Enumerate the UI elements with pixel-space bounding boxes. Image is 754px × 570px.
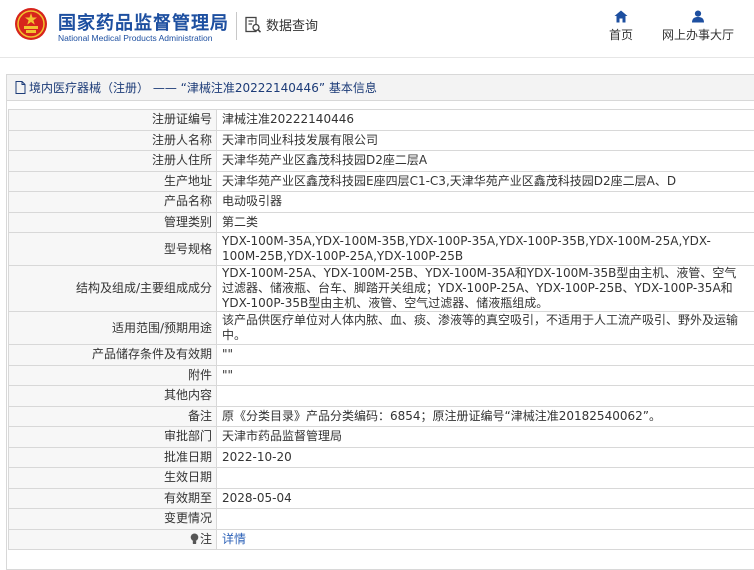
note-label-cell: 注 (8, 528, 217, 550)
details-link[interactable]: 详情 (222, 532, 246, 546)
row-label: 批准日期 (8, 446, 217, 468)
search-document-icon (245, 16, 262, 33)
panel-title: 境内医疗器械（注册） —— “津械注准20222140446” 基本信息 (29, 81, 377, 95)
site-subtitle: National Medical Products Administration (58, 33, 213, 43)
document-icon (15, 81, 26, 94)
row-value: 天津华苑产业区鑫茂科技园E座四层C1-C3,天津华苑产业区鑫茂科技园D2座二层A… (216, 170, 754, 192)
row-label: 型号规格 (8, 232, 217, 266)
row-label: 备注 (8, 405, 217, 427)
table-row: 注册人名称 天津市同业科技发展有限公司 (8, 129, 754, 151)
table-row: 管理类别 第二类 (8, 211, 754, 233)
row-label: 适用范围/预期用途 (8, 311, 217, 345)
data-query-label: 数据查询 (266, 19, 319, 34)
row-value: 津械注准20222140446 (216, 109, 754, 131)
nav-online-office-label: 网上办事大厅 (661, 28, 734, 42)
row-value: YDX-100M-35A,YDX-100M-35B,YDX-100P-35A,Y… (216, 232, 754, 266)
detail-panel: 境内医疗器械（注册） —— “津械注准20222140446” 基本信息 注册证… (6, 74, 754, 570)
table-row: 其他内容 (8, 385, 754, 407)
bulb-icon (190, 533, 199, 544)
row-label: 注册人名称 (8, 129, 217, 151)
national-emblem-icon (15, 8, 47, 40)
panel-header: 境内医疗器械（注册） —— “津械注准20222140446” 基本信息 (7, 75, 754, 101)
row-label: 有效期至 (8, 487, 217, 509)
row-value (216, 385, 754, 407)
row-value: 天津市药品监督管理局 (216, 426, 754, 448)
row-label: 注册证编号 (8, 109, 217, 131)
row-value: 电动吸引器 (216, 191, 754, 213)
row-label: 附件 (8, 364, 217, 386)
header-divider (236, 12, 237, 40)
row-value: 2022-10-20 (216, 446, 754, 468)
row-value: 第二类 (216, 211, 754, 233)
row-label: 其他内容 (8, 385, 217, 407)
row-value: "" (216, 364, 754, 386)
row-label: 结构及组成/主要组成成分 (8, 265, 217, 312)
row-label: 管理类别 (8, 211, 217, 233)
data-query-link[interactable]: 数据查询 (244, 15, 318, 34)
table-row: 注册人住所 天津华苑产业区鑫茂科技园D2座二层A (8, 150, 754, 172)
table-row: 备注 原《分类目录》产品分类编码：6854；原注册证编号“津械注准2018254… (8, 405, 754, 427)
table-row: 适用范围/预期用途 该产品供医疗单位对人体内脓、血、痰、渗液等的真空吸引，不适用… (8, 311, 754, 345)
table-row: 生产地址 天津华苑产业区鑫茂科技园E座四层C1-C3,天津华苑产业区鑫茂科技园D… (8, 170, 754, 192)
table-row: 变更情况 (8, 508, 754, 530)
row-label: 变更情况 (8, 508, 217, 530)
nav-home-label: 首页 (608, 28, 633, 42)
row-value: YDX-100M-25A、YDX-100M-25B、YDX-100M-35A和Y… (216, 265, 754, 312)
table-row: 注册证编号 津械注准20222140446 (8, 109, 754, 131)
table-row: 产品储存条件及有效期 "" (8, 344, 754, 366)
note-value-cell: 详情 (216, 528, 754, 550)
table-row: 结构及组成/主要组成成分 YDX-100M-25A、YDX-100M-25B、Y… (8, 265, 754, 312)
table-row-note: 注 详情 (8, 528, 754, 550)
user-icon (692, 10, 704, 23)
note-label: 注 (199, 531, 212, 546)
row-value (216, 508, 754, 530)
row-label: 产品储存条件及有效期 (8, 344, 217, 366)
device-info-table: 注册证编号 津械注准20222140446 注册人名称 天津市同业科技发展有限公… (8, 109, 754, 550)
row-value: 该产品供医疗单位对人体内脓、血、痰、渗液等的真空吸引，不适用于人工流产吸引、野外… (216, 311, 754, 345)
table-row: 批准日期 2022-10-20 (8, 446, 754, 468)
row-label: 生产地址 (8, 170, 217, 192)
row-label: 注册人住所 (8, 150, 217, 172)
site-title: 国家药品监督管理局 (58, 13, 229, 34)
row-value: 2028-05-04 (216, 487, 754, 509)
row-value: "" (216, 344, 754, 366)
row-label: 产品名称 (8, 191, 217, 213)
table-row: 生效日期 (8, 467, 754, 489)
row-value: 天津华苑产业区鑫茂科技园D2座二层A (216, 150, 754, 172)
site-header: 国家药品监督管理局 National Medical Products Admi… (0, 0, 754, 58)
table-row: 产品名称 电动吸引器 (8, 191, 754, 213)
table-row: 附件 "" (8, 364, 754, 386)
nav-home[interactable]: 首页 (606, 10, 636, 43)
row-label: 审批部门 (8, 426, 217, 448)
table-row: 审批部门 天津市药品监督管理局 (8, 426, 754, 448)
home-icon (614, 10, 628, 23)
nav-online-office[interactable]: 网上办事大厅 (658, 10, 738, 43)
row-value: 天津市同业科技发展有限公司 (216, 129, 754, 151)
table-row: 型号规格 YDX-100M-35A,YDX-100M-35B,YDX-100P-… (8, 232, 754, 266)
row-value (216, 467, 754, 489)
table-row: 有效期至 2028-05-04 (8, 487, 754, 509)
row-value: 原《分类目录》产品分类编码：6854；原注册证编号“津械注准2018254006… (216, 405, 754, 427)
row-label: 生效日期 (8, 467, 217, 489)
